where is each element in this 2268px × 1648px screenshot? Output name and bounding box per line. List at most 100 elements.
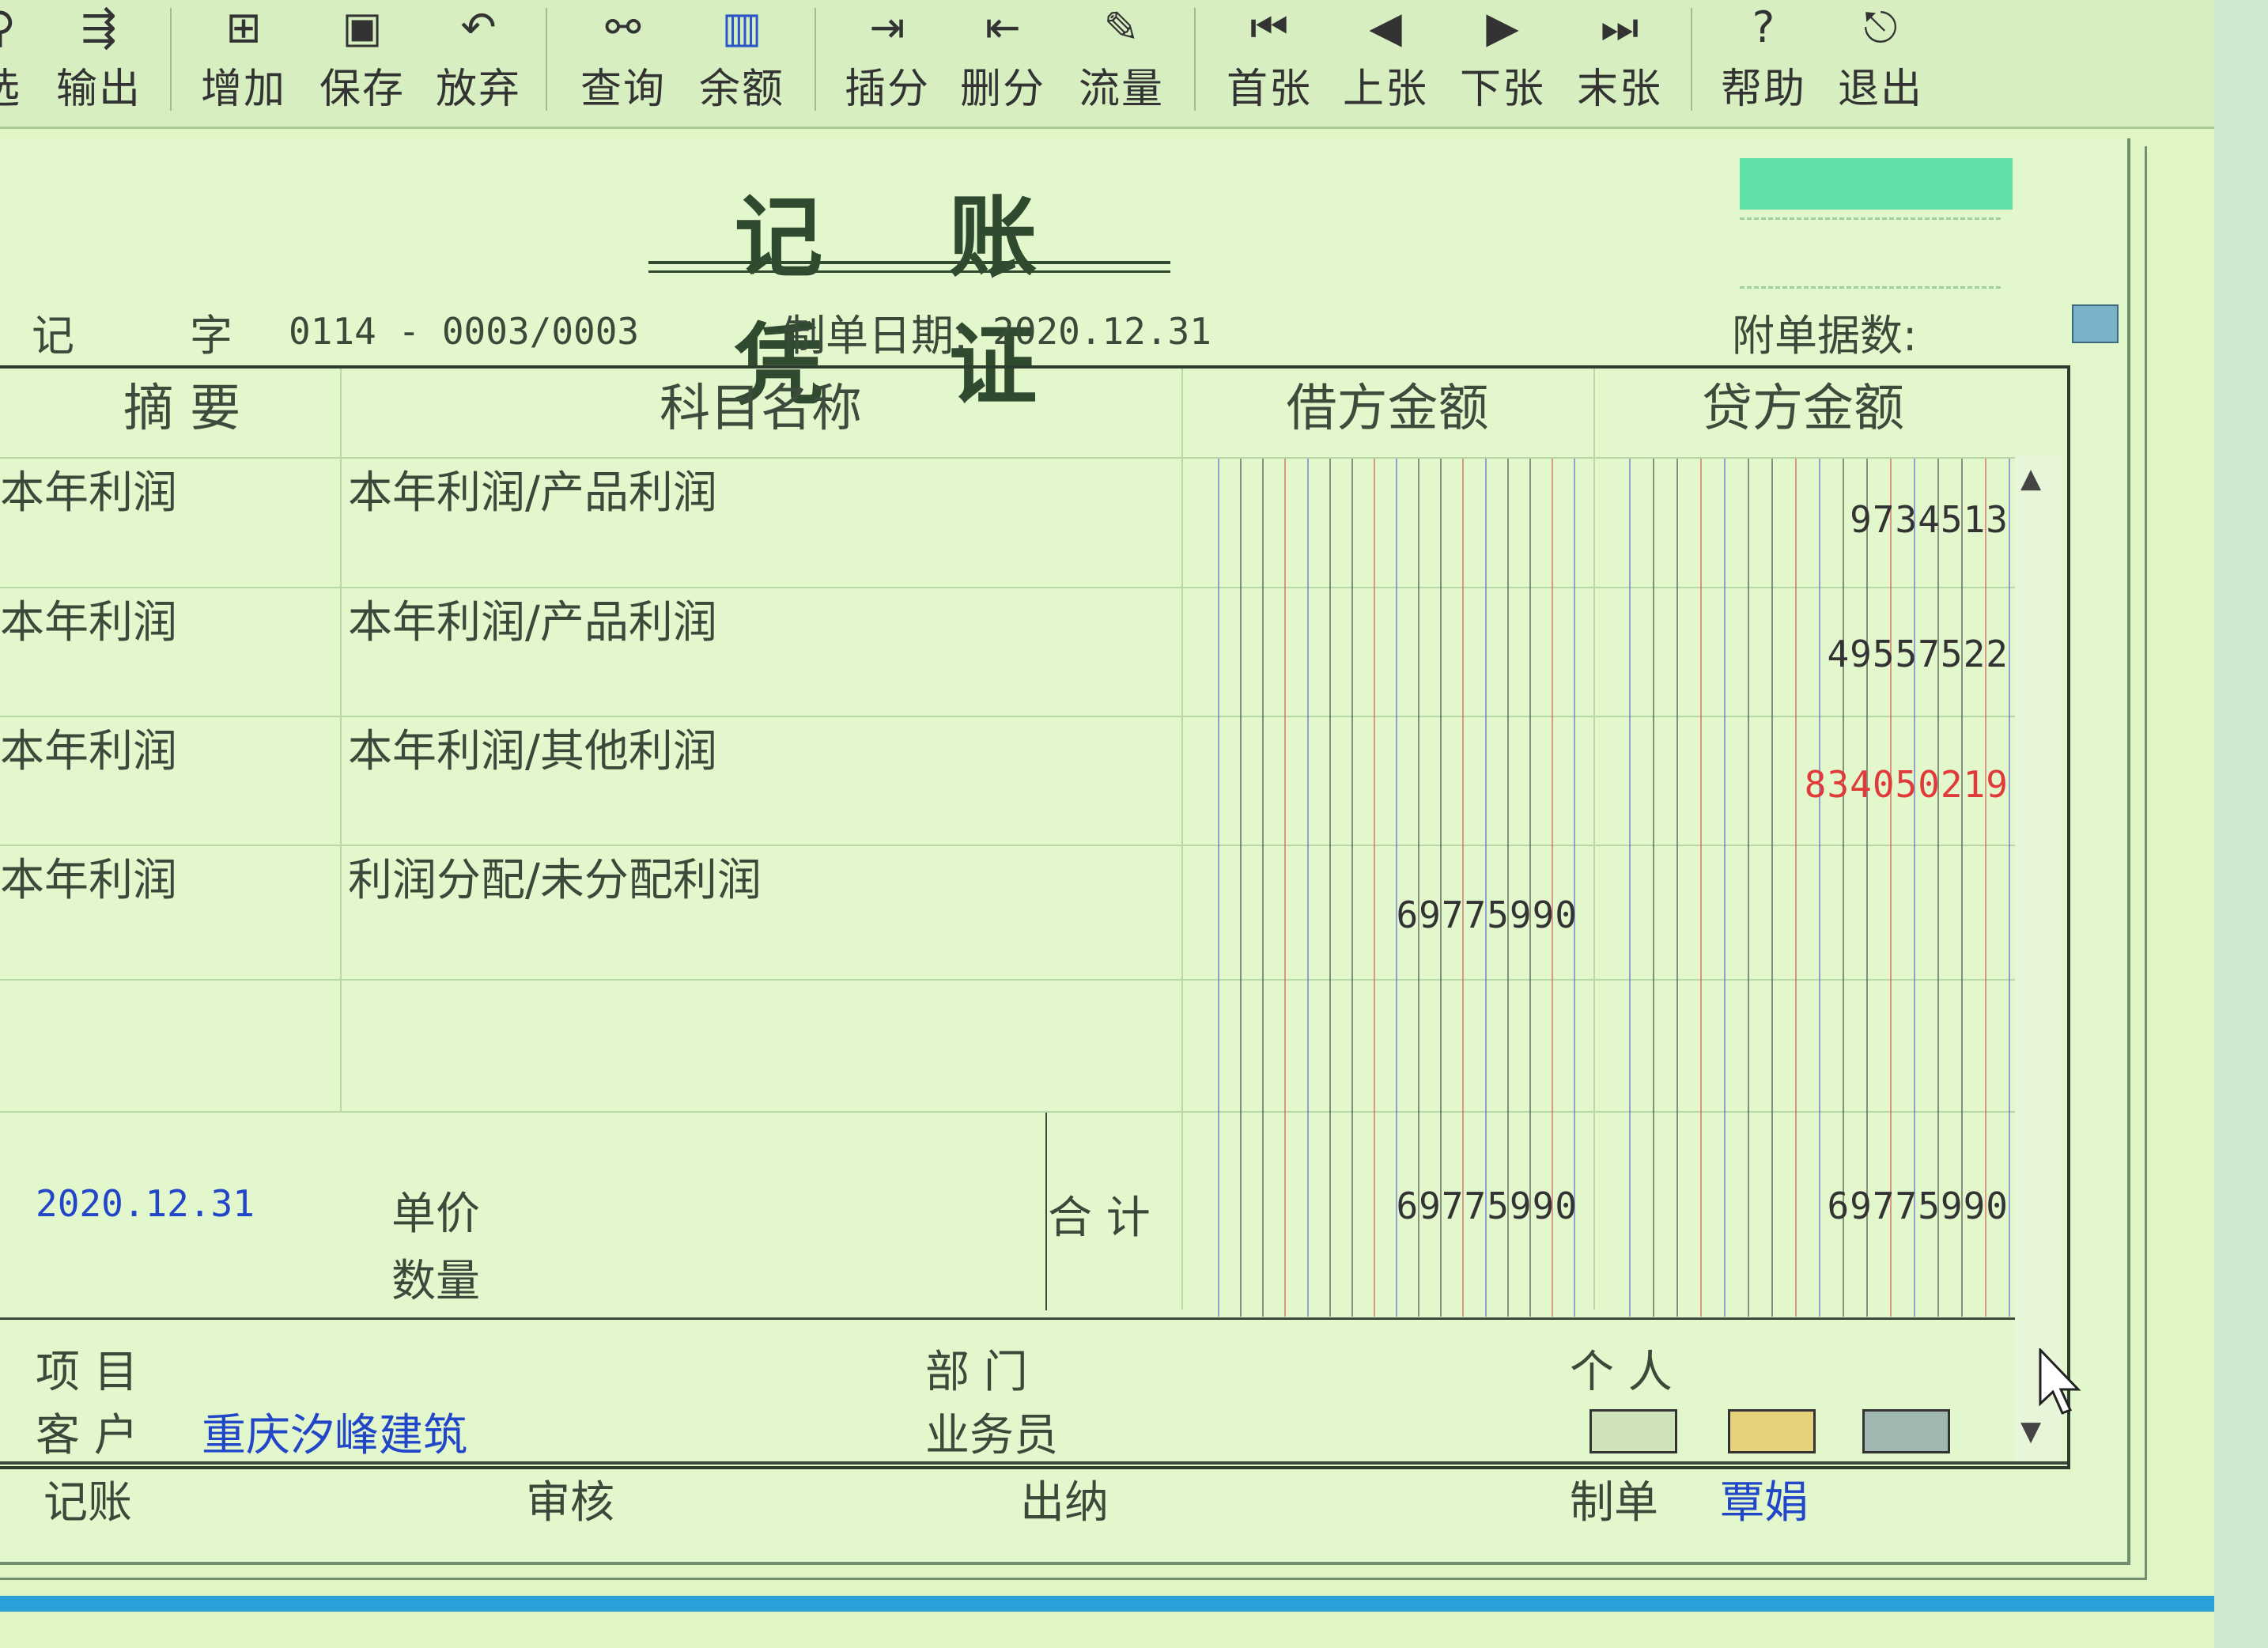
card-icon[interactable] [1728, 1409, 1816, 1453]
scrollbar[interactable] [2015, 455, 2062, 1463]
row-divider [0, 979, 2017, 981]
col-divider [340, 369, 342, 1112]
search-icon[interactable] [2072, 304, 2119, 343]
row-account[interactable]: 本年利润/其他利润 [348, 716, 717, 780]
section-divider [0, 1461, 2067, 1465]
undo-icon: ↶ [460, 2, 497, 52]
salesperson-label: 业务员 [925, 1410, 1058, 1461]
customer-label: 客 户 [36, 1410, 138, 1461]
window-border [0, 1596, 2214, 1612]
toolbar: ⚲ 选 ⇶ 输出 ⊞ 增加 ▣ 保存 ↶ 放弃 ⚯ 查询 ▥ 余额 ⇥ 插分 ⇤… [0, 0, 2268, 129]
col-divider [1181, 369, 1183, 1310]
row-credit[interactable]: 834050219 [1597, 763, 2009, 806]
add-button[interactable]: ⊞ 增加 [188, 0, 299, 119]
header-account: 科目名称 [660, 380, 862, 438]
bookkeeping-label: 记账 [43, 1477, 132, 1529]
date-value[interactable]: 2020.12.31 [992, 310, 1211, 353]
first-icon: ⏮ [1249, 2, 1289, 52]
header-summary: 摘 要 [123, 380, 241, 438]
unit-price-label: 单价 [391, 1189, 480, 1240]
toolbar-separator [815, 8, 816, 111]
help-icon: ? [1752, 2, 1775, 52]
window-edge [2214, 0, 2268, 1648]
export-icon: ⇶ [81, 2, 117, 52]
total-credit: 69775990 [1827, 1185, 2009, 1227]
save-button[interactable]: ▣ 保存 [307, 0, 418, 119]
cashier-label: 出纳 [1020, 1477, 1109, 1529]
review-label: 审核 [526, 1477, 614, 1529]
cashflow-button[interactable]: ✎ 流量 [1066, 0, 1177, 119]
notes-icon[interactable] [1589, 1409, 1677, 1453]
title-underline [648, 261, 1170, 264]
balance-button[interactable]: ▥ 余额 [686, 0, 797, 119]
row-credit[interactable]: 49557522 [1597, 633, 2009, 675]
scroll-up-icon[interactable]: ▲ [2020, 463, 2041, 494]
row-summary[interactable]: 本年利润 [0, 716, 177, 780]
toolbar-separator [1691, 8, 1692, 111]
person-label: 个 人 [1570, 1347, 1673, 1398]
customer-value[interactable]: 重庆汐峰建筑 [202, 1400, 467, 1464]
quantity-label: 数量 [391, 1256, 480, 1307]
add-icon: ⊞ [225, 2, 262, 52]
row-debit[interactable]: 69775990 [1186, 894, 1578, 936]
header-credit: 贷方金额 [1702, 380, 1904, 438]
total-label: 合 计 [1048, 1193, 1151, 1244]
preparer-label: 制单 [1570, 1477, 1658, 1529]
undo-button[interactable]: ↶ 放弃 [423, 0, 534, 119]
help-button[interactable]: ? 帮助 [1708, 0, 1819, 119]
binoculars-icon: ⚯ [605, 2, 641, 52]
last-icon: ⏭ [1600, 2, 1639, 52]
next-icon: ▶ [1486, 2, 1519, 52]
query-button[interactable]: ⚯ 查询 [568, 0, 679, 119]
delete-row-button[interactable]: ⇤ 删分 [947, 0, 1058, 119]
row-summary[interactable]: 本年利润 [0, 457, 177, 521]
row-divider [0, 457, 2017, 459]
footer-date: 2020.12.31 [36, 1182, 255, 1225]
row-account[interactable]: 本年利润/产品利润 [348, 457, 717, 521]
insert-row-button[interactable]: ⇥ 插分 [832, 0, 943, 119]
col-divider [1593, 369, 1595, 1310]
voucher-number[interactable]: 0114 - 0003/0003 [289, 310, 639, 353]
row-divider [0, 1317, 2017, 1320]
voucher-type-suffix: 字 [190, 311, 232, 361]
row-divider [0, 1111, 2017, 1113]
previous-icon: ◀ [1369, 2, 1402, 52]
row-account[interactable]: 利润分配/未分配利润 [348, 845, 762, 909]
last-button[interactable]: ⏭ 末张 [1564, 0, 1675, 119]
date-label: 制单日期: [783, 311, 969, 361]
row-credit[interactable]: 9734513 [1597, 498, 2009, 541]
insert-row-icon: ⇥ [869, 2, 905, 52]
voucher-type[interactable]: 记 [32, 300, 74, 363]
export-button[interactable]: ⇶ 输出 [43, 0, 154, 119]
scroll-down-icon[interactable]: ▼ [2020, 1416, 2041, 1447]
bar-chart-icon: ▥ [721, 2, 762, 52]
dash-line [1740, 217, 2001, 220]
mouse-cursor-icon [2039, 1348, 2081, 1415]
row-divider [0, 716, 2017, 717]
status-indicator [1740, 158, 2013, 210]
next-button[interactable]: ▶ 下张 [1447, 0, 1558, 119]
dash-line [1740, 286, 2001, 289]
exit-button[interactable]: ⎋ 退出 [1825, 0, 1936, 119]
row-account[interactable]: 本年利润/产品利润 [348, 587, 717, 651]
header-debit: 借方金额 [1286, 380, 1489, 438]
row-summary[interactable]: 本年利润 [0, 587, 177, 651]
first-button[interactable]: ⏮ 首张 [1214, 0, 1325, 119]
total-debit: 69775990 [1396, 1185, 1578, 1227]
preparer-value: 覃娟 [1720, 1477, 1809, 1529]
toolbar-separator [546, 8, 547, 111]
row-divider [0, 845, 2017, 846]
title-underline [648, 270, 1170, 273]
department-label: 部 门 [925, 1347, 1028, 1398]
attachments-label: 附单据数: [1732, 311, 1918, 361]
pencil-icon: ✎ [1103, 2, 1140, 52]
toolbar-separator [1194, 8, 1196, 111]
previous-button[interactable]: ◀ 上张 [1330, 0, 1441, 119]
delete-row-icon: ⇤ [985, 2, 1021, 52]
row-summary[interactable]: 本年利润 [0, 845, 177, 909]
exit-icon: ⎋ [1863, 2, 1898, 52]
edit-tools-icon[interactable] [1862, 1409, 1950, 1453]
row-divider [0, 587, 2017, 588]
col-divider [1045, 1111, 1047, 1310]
save-icon: ▣ [342, 2, 383, 52]
